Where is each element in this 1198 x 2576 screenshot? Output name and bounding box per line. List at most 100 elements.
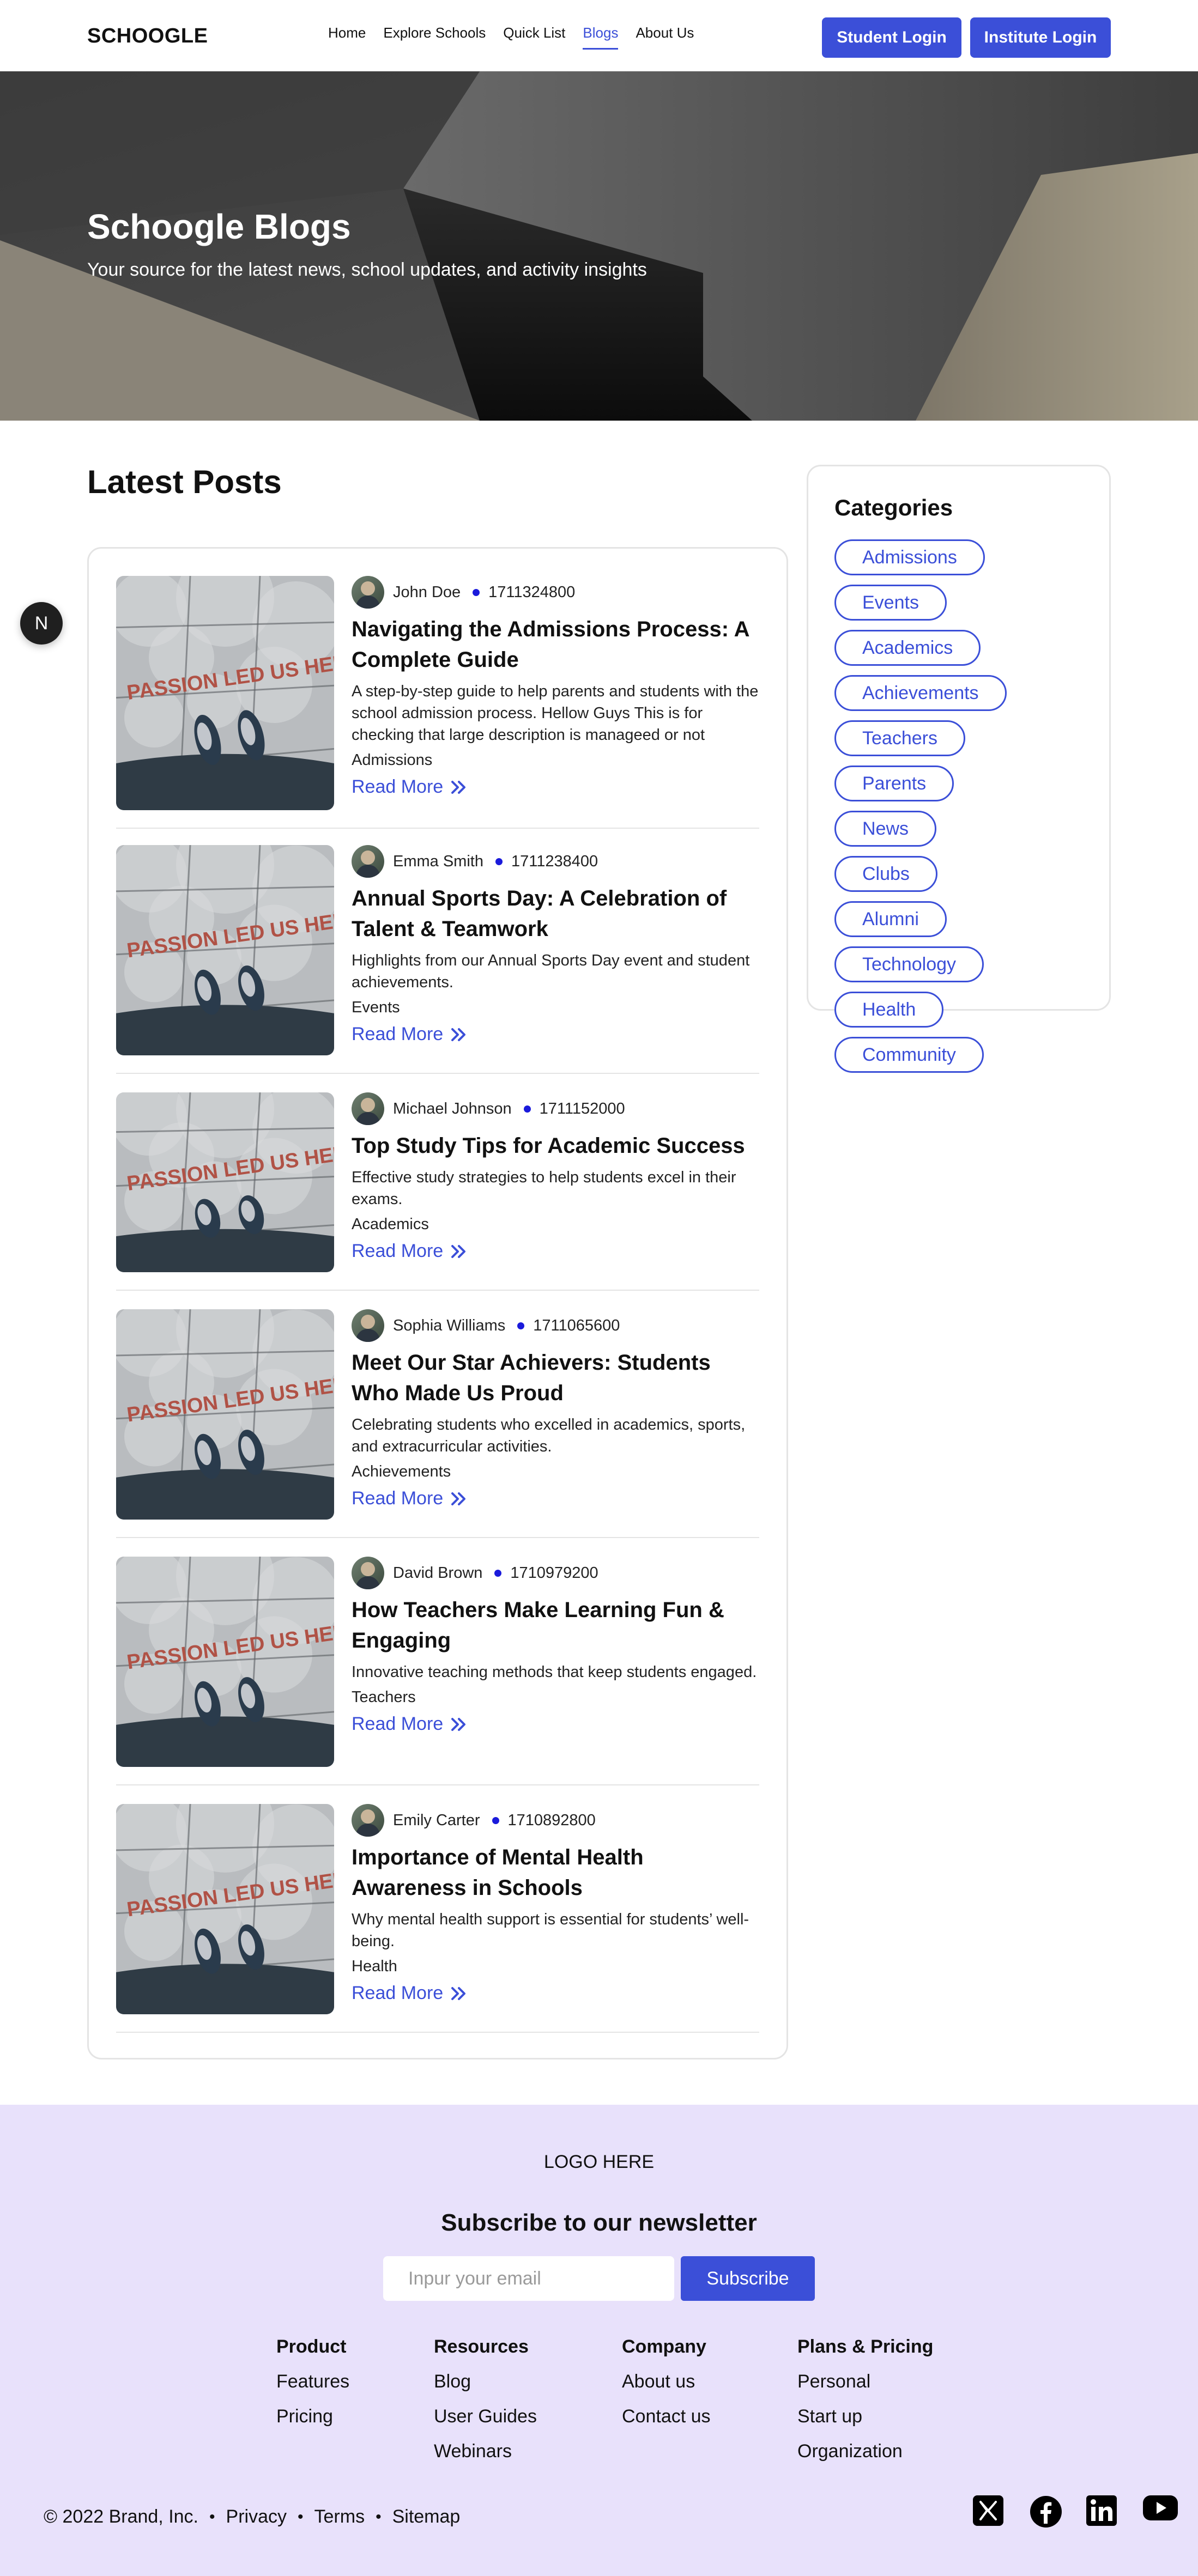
category-chip-health[interactable]: Health bbox=[834, 992, 944, 1028]
post-body: Emma Smith 1711238400 Annual Sports Day:… bbox=[352, 845, 761, 1045]
floating-n-badge[interactable]: N bbox=[20, 602, 63, 645]
category-chip-teachers[interactable]: Teachers bbox=[834, 720, 965, 756]
author-avatar bbox=[352, 1092, 384, 1125]
category-chips: Admissions Events Academics Achievements… bbox=[834, 539, 1091, 1073]
category-chip-technology[interactable]: Technology bbox=[834, 946, 984, 982]
footer-link-terms[interactable]: Terms bbox=[314, 2506, 365, 2528]
footer-logo[interactable]: LOGO HERE bbox=[0, 2152, 1198, 2173]
footer-link-personal[interactable]: Personal bbox=[797, 2371, 933, 2406]
post-divider bbox=[116, 1073, 759, 1074]
post-meta: John Doe 1711324800 bbox=[352, 576, 761, 609]
footer-link-organization[interactable]: Organization bbox=[797, 2441, 933, 2476]
post-divider bbox=[116, 828, 759, 829]
top-navbar: SCHOOGLE Home Explore Schools Quick List… bbox=[0, 0, 1198, 71]
post-category: Health bbox=[352, 1958, 397, 1975]
author-avatar bbox=[352, 1309, 384, 1342]
meta-dot-icon bbox=[523, 1105, 531, 1113]
x-icon[interactable] bbox=[973, 2495, 1008, 2530]
category-chip-alumni[interactable]: Alumni bbox=[834, 901, 947, 937]
read-more-link[interactable]: Read More bbox=[352, 1983, 761, 2004]
brand-logo[interactable]: SCHOOGLE bbox=[87, 25, 208, 48]
post-title[interactable]: Navigating the Admissions Process: A Com… bbox=[352, 614, 761, 675]
author-avatar bbox=[352, 1804, 384, 1837]
post-divider bbox=[116, 2032, 759, 2033]
footer-link-features[interactable]: Features bbox=[276, 2371, 349, 2406]
post-author: David Brown bbox=[393, 1564, 483, 1582]
post-body: Sophia Williams 1711065600 Meet Our Star… bbox=[352, 1309, 761, 1509]
newsletter-title: Subscribe to our newsletter bbox=[441, 2209, 757, 2236]
nav-explore-schools[interactable]: Explore Schools bbox=[383, 25, 486, 50]
post-thumbnail[interactable]: PASSION LED US HERE bbox=[116, 1309, 334, 1520]
footer-link-blog[interactable]: Blog bbox=[434, 2371, 537, 2406]
footer-link-user-guides[interactable]: User Guides bbox=[434, 2406, 537, 2441]
post-card: PASSION LED US HERE John Doe 1711324800 … bbox=[116, 576, 759, 810]
post-title[interactable]: Annual Sports Day: A Celebration of Tale… bbox=[352, 883, 761, 944]
post-meta: Emma Smith 1711238400 bbox=[352, 845, 761, 878]
post-title[interactable]: Top Study Tips for Academic Success bbox=[352, 1131, 761, 1161]
category-chip-academics[interactable]: Academics bbox=[834, 630, 981, 666]
separator-dot-icon: • bbox=[209, 2507, 215, 2526]
post-thumbnail[interactable]: PASSION LED US HERE bbox=[116, 1557, 334, 1767]
post-body: David Brown 1710979200 How Teachers Make… bbox=[352, 1557, 761, 1735]
nav-home[interactable]: Home bbox=[328, 25, 366, 50]
category-chip-events[interactable]: Events bbox=[834, 585, 947, 621]
post-thumbnail[interactable]: PASSION LED US HERE bbox=[116, 845, 334, 1055]
meta-dot-icon bbox=[492, 1816, 499, 1824]
post-title[interactable]: Meet Our Star Achievers: Students Who Ma… bbox=[352, 1347, 761, 1408]
read-more-link[interactable]: Read More bbox=[352, 1241, 761, 1262]
latest-posts-heading: Latest Posts bbox=[87, 464, 282, 500]
newsletter-email-input[interactable] bbox=[383, 2256, 674, 2301]
nav-blogs[interactable]: Blogs bbox=[583, 25, 619, 50]
category-chip-achievements[interactable]: Achievements bbox=[834, 675, 1007, 711]
footer-link-contact-us[interactable]: Contact us bbox=[622, 2406, 711, 2441]
post-description: Highlights from our Annual Sports Day ev… bbox=[352, 952, 750, 991]
facebook-icon[interactable] bbox=[1030, 2495, 1064, 2530]
subscribe-button[interactable]: Subscribe bbox=[681, 2256, 815, 2301]
categories-panel: Categories Admissions Events Academics A… bbox=[807, 465, 1111, 1073]
footer-link-privacy[interactable]: Privacy bbox=[226, 2506, 287, 2528]
post-thumbnail[interactable]: PASSION LED US HERE bbox=[116, 1804, 334, 2014]
footer-link-webinars[interactable]: Webinars bbox=[434, 2441, 537, 2476]
footer-link-sitemap[interactable]: Sitemap bbox=[392, 2506, 461, 2528]
categories-heading: Categories bbox=[834, 495, 953, 520]
footer-column-heading: Company bbox=[622, 2336, 706, 2357]
student-login-button[interactable]: Student Login bbox=[822, 17, 961, 58]
post-description: Why mental health support is essential f… bbox=[352, 1911, 749, 1950]
post-title[interactable]: How Teachers Make Learning Fun & Engagin… bbox=[352, 1595, 761, 1656]
category-chip-clubs[interactable]: Clubs bbox=[834, 856, 937, 892]
nav-quick-list[interactable]: Quick List bbox=[503, 25, 565, 50]
footer-link-pricing[interactable]: Pricing bbox=[276, 2406, 349, 2441]
double-chevron-right-icon bbox=[451, 1717, 466, 1731]
post-divider bbox=[116, 1537, 759, 1538]
post-card: PASSION LED US HERE Emily Carter 1710892… bbox=[116, 1804, 759, 2014]
footer-link-about-us[interactable]: About us bbox=[622, 2371, 711, 2406]
footer-link-start-up[interactable]: Start up bbox=[797, 2406, 933, 2441]
double-chevron-right-icon bbox=[451, 1244, 466, 1258]
post-thumbnail[interactable]: PASSION LED US HERE bbox=[116, 1092, 334, 1272]
post-title[interactable]: Importance of Mental Health Awareness in… bbox=[352, 1842, 761, 1903]
post-thumbnail[interactable]: PASSION LED US HERE bbox=[116, 576, 334, 810]
author-avatar bbox=[352, 576, 384, 609]
post-meta: Emily Carter 1710892800 bbox=[352, 1804, 761, 1837]
category-chip-parents[interactable]: Parents bbox=[834, 765, 954, 801]
hero-banner: Schoogle Blogs Your source for the lates… bbox=[0, 71, 1198, 421]
meta-dot-icon bbox=[494, 1569, 502, 1577]
post-category: Events bbox=[352, 999, 400, 1016]
nav-about-us[interactable]: About Us bbox=[636, 25, 694, 50]
post-timestamp: 1710892800 bbox=[507, 1811, 596, 1829]
linkedin-icon[interactable] bbox=[1086, 2495, 1121, 2530]
institute-login-button[interactable]: Institute Login bbox=[970, 17, 1111, 58]
post-timestamp: 1710979200 bbox=[510, 1564, 598, 1582]
read-more-link[interactable]: Read More bbox=[352, 1024, 761, 1045]
author-avatar bbox=[352, 1557, 384, 1589]
read-more-link[interactable]: Read More bbox=[352, 1488, 761, 1509]
category-chip-admissions[interactable]: Admissions bbox=[834, 539, 985, 575]
youtube-icon[interactable] bbox=[1143, 2495, 1178, 2530]
read-more-link[interactable]: Read More bbox=[352, 776, 761, 798]
read-more-link[interactable]: Read More bbox=[352, 1714, 761, 1735]
category-chip-news[interactable]: News bbox=[834, 811, 937, 847]
post-divider bbox=[116, 1290, 759, 1291]
double-chevron-right-icon bbox=[451, 1986, 466, 2000]
post-timestamp: 1711152000 bbox=[539, 1099, 625, 1117]
category-chip-community[interactable]: Community bbox=[834, 1037, 984, 1073]
